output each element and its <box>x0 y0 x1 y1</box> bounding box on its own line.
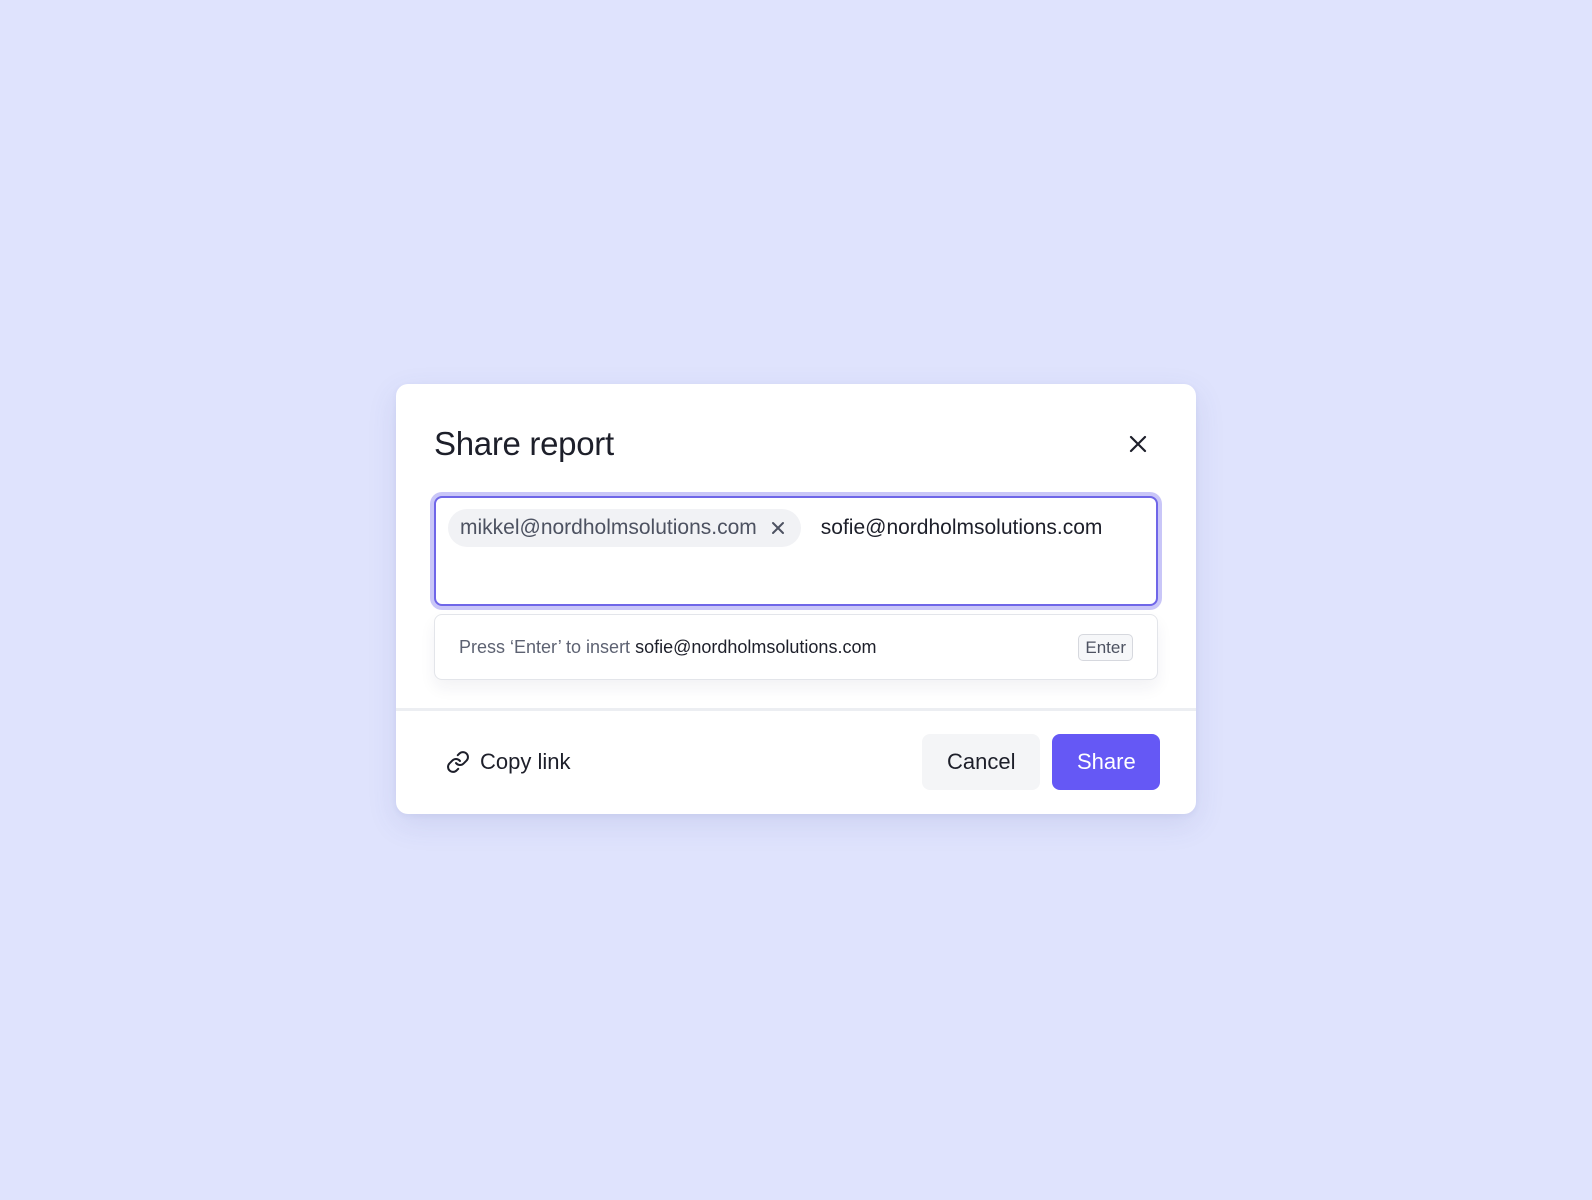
recipient-email-input[interactable] <box>820 509 1141 547</box>
suggestion-prefix: Press ‘Enter’ to insert <box>459 636 636 657</box>
recipient-chip: mikkel@nordholmsolutions.com <box>448 509 801 547</box>
share-report-dialog: Share report mikkel@nordholmsolutions.co… <box>396 384 1196 814</box>
cancel-button[interactable]: Cancel <box>922 734 1040 790</box>
dialog-footer: Copy link Cancel Share <box>442 734 1160 790</box>
close-icon <box>1129 435 1147 453</box>
copy-link-button[interactable]: Copy link <box>442 743 574 781</box>
close-icon <box>771 522 784 534</box>
close-button[interactable] <box>1120 426 1156 462</box>
suggestion-email: sofie@nordholmsolutions.com <box>635 636 877 657</box>
recipients-field[interactable]: mikkel@nordholmsolutions.com <box>434 496 1158 606</box>
share-button[interactable]: Share <box>1052 734 1160 790</box>
dialog-header: Share report <box>434 420 1158 468</box>
dialog-title: Share report <box>434 425 614 462</box>
copy-link-label: Copy link <box>480 749 571 774</box>
remove-recipient-button[interactable] <box>767 517 789 539</box>
footer-actions: Cancel Share <box>922 734 1160 790</box>
insert-email-suggestion[interactable]: Press ‘Enter’ to insert sofie@nordholmso… <box>434 614 1158 680</box>
suggestion-text: Press ‘Enter’ to insert sofie@nordholmso… <box>459 637 876 658</box>
recipient-chip-label: mikkel@nordholmsolutions.com <box>460 516 757 539</box>
link-icon <box>447 751 469 773</box>
footer-divider <box>396 708 1196 711</box>
enter-key-hint: Enter <box>1078 633 1133 661</box>
